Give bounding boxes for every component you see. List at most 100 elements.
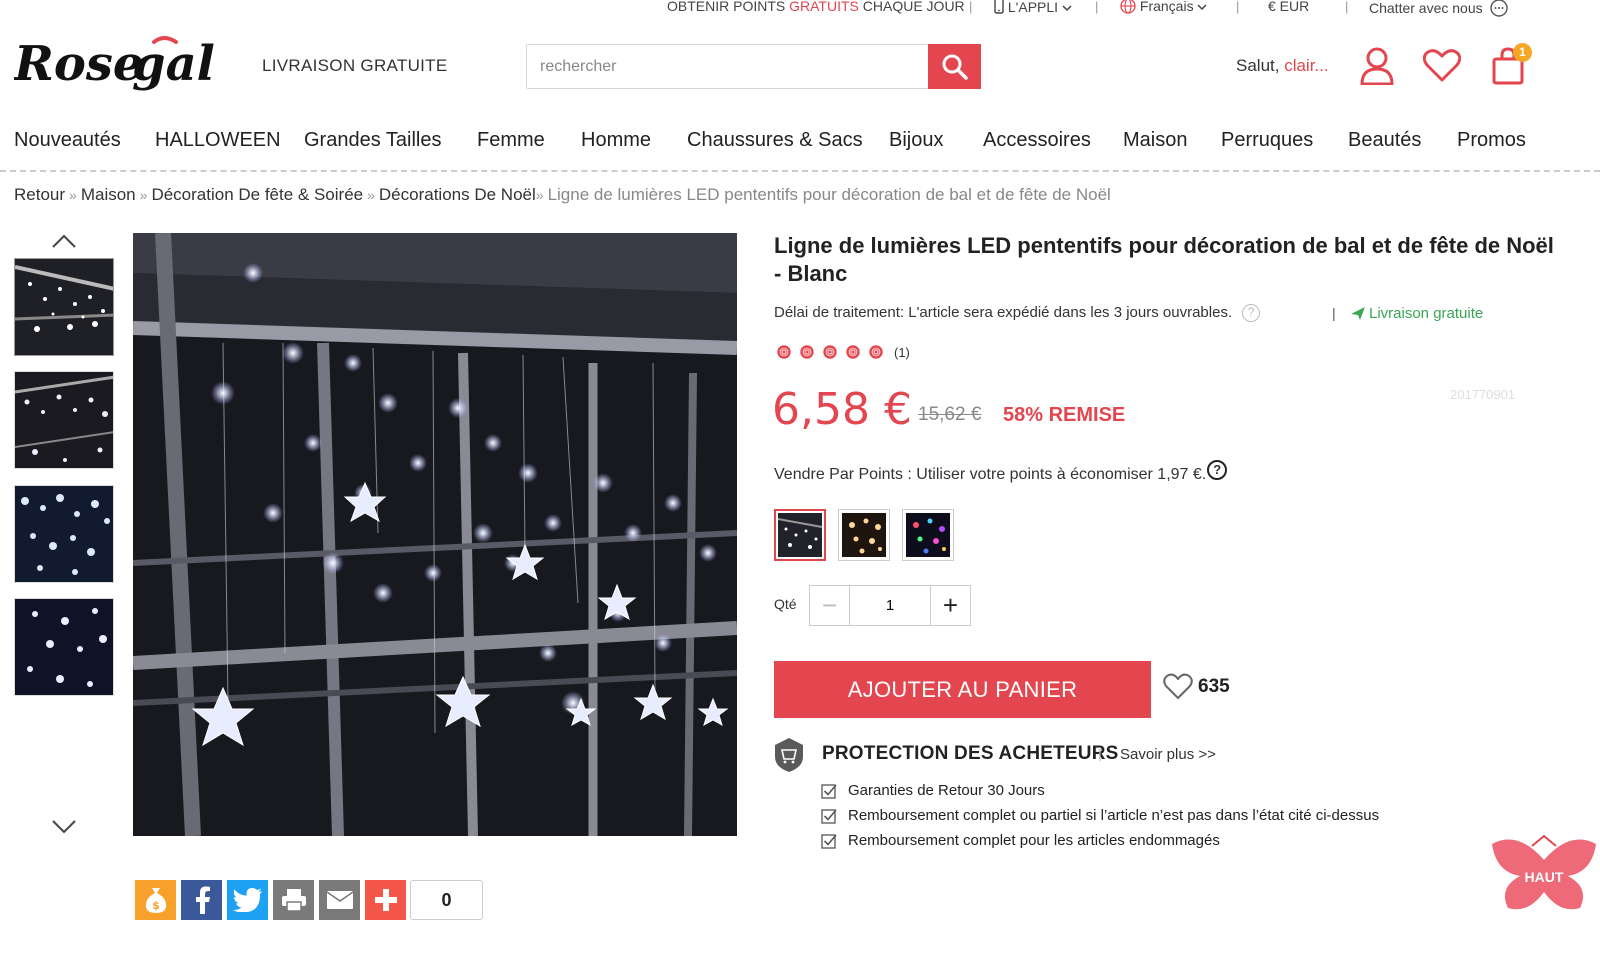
divider: | — [969, 0, 973, 14]
nav-item-halloween[interactable]: HALLOWEEN — [155, 129, 281, 152]
share-twitter-button[interactable] — [227, 880, 268, 920]
nav-item-perruques[interactable]: Perruques — [1221, 129, 1313, 152]
favorite-button[interactable]: 635 — [1163, 673, 1230, 700]
breadcrumb-separator: » — [69, 187, 77, 203]
variant-swatch — [842, 513, 886, 557]
breadcrumb-item[interactable]: Retour — [14, 185, 65, 204]
thumbnail-image — [15, 599, 113, 695]
language-label: Français — [1139, 0, 1194, 14]
nav-item-chaussures-sacs[interactable]: Chaussures & Sacs — [687, 129, 863, 152]
divider: | — [1236, 0, 1240, 14]
breadcrumb-item[interactable]: Décorations De Noël — [379, 185, 536, 204]
heart-outline-icon — [1163, 673, 1193, 699]
share-more-button[interactable] — [365, 880, 406, 920]
share-points-button[interactable]: $ — [135, 880, 176, 920]
color-variant-multicolor[interactable] — [902, 509, 954, 561]
nav-item-beautes[interactable]: Beautés — [1348, 129, 1421, 152]
user-greeting[interactable]: Salut, clair... — [1236, 56, 1329, 76]
review-count[interactable]: (1) — [894, 345, 910, 360]
points-text-post: CHAQUE JOUR — [858, 0, 965, 14]
points-text-pre: OBTENIR POINTS — [667, 0, 790, 14]
divider: | — [1095, 0, 1099, 14]
product-thumbnail[interactable] — [14, 258, 114, 356]
search-bar — [526, 44, 981, 89]
checkbox-check-icon — [821, 808, 837, 824]
thumbnail-image — [15, 486, 113, 582]
breadcrumb-item[interactable]: Décoration De fête & Soirée — [151, 185, 363, 204]
chat-link[interactable]: Chatter avec nous — [1369, 0, 1509, 18]
free-shipping-label[interactable]: Livraison gratuite — [1350, 305, 1483, 322]
guarantee-text: Garanties de Retour 30 Jours — [848, 782, 1045, 799]
points-info: Vendre Par Points : Utiliser votre point… — [774, 460, 1228, 484]
favorite-count: 635 — [1198, 675, 1230, 697]
product-thumbnail[interactable] — [14, 485, 114, 583]
discount-label: 58% REMISE — [1003, 404, 1126, 426]
variant-swatch — [906, 513, 950, 557]
help-icon[interactable]: ? — [1242, 304, 1261, 323]
cart-count-badge: 1 — [1513, 43, 1532, 62]
envelope-icon — [326, 891, 353, 909]
svg-text:Rose: Rose — [14, 36, 143, 92]
main-nav: Nouveautés HALLOWEEN Grandes Tailles Fem… — [0, 120, 1600, 172]
product-thumbnail[interactable] — [14, 371, 114, 469]
account-button[interactable] — [1357, 46, 1397, 86]
plane-icon — [1351, 307, 1365, 320]
nav-item-promos[interactable]: Promos — [1457, 129, 1526, 152]
chevron-down-icon[interactable] — [50, 818, 78, 836]
product-main-image[interactable] — [133, 233, 737, 836]
share-email-button[interactable] — [319, 880, 360, 920]
nav-item-nouveautes[interactable]: Nouveautés — [14, 129, 121, 152]
greeting-text: Salut, — [1236, 56, 1285, 75]
learn-more-link[interactable]: Savoir plus >> — [1120, 746, 1216, 763]
money-bag-icon: $ — [145, 888, 166, 913]
nav-item-bijoux[interactable]: Bijoux — [889, 129, 943, 152]
nav-item-accessoires[interactable]: Accessoires — [983, 129, 1091, 152]
rating[interactable]: (1) — [774, 342, 910, 362]
nav-item-grandes-tailles[interactable]: Grandes Tailles — [304, 129, 441, 152]
search-button[interactable] — [928, 44, 981, 89]
language-dropdown[interactable]: Français — [1120, 0, 1207, 14]
svg-text:gal: gal — [132, 36, 215, 92]
plus-icon — [374, 889, 397, 911]
rosegal-logo[interactable]: Rose gal — [12, 28, 244, 106]
color-variant-white[interactable] — [774, 509, 826, 561]
top-bar: OBTENIR POINTS GRATUITS CHAQUE JOUR | L'… — [0, 0, 1600, 20]
quantity-decrease-button[interactable]: − — [810, 586, 850, 625]
thumbnail-image — [15, 259, 113, 355]
help-icon[interactable]: ? — [1207, 460, 1228, 480]
product-thumbnail[interactable] — [14, 598, 114, 696]
add-to-cart-button[interactable]: AJOUTER AU PANIER — [774, 661, 1151, 718]
back-to-top-label: HAUT — [1525, 869, 1564, 885]
breadcrumb-separator: » — [535, 187, 544, 203]
share-facebook-button[interactable] — [181, 880, 222, 920]
variant-swatch — [778, 513, 822, 557]
back-to-top-button[interactable]: HAUT — [1488, 832, 1600, 922]
quantity-input[interactable] — [850, 586, 930, 625]
quantity-increase-button[interactable]: + — [930, 586, 970, 625]
chat-bubble-icon — [1489, 0, 1508, 17]
quantity-stepper: − + — [809, 585, 971, 626]
printer-icon — [281, 889, 306, 912]
checkbox-check-icon — [821, 833, 837, 849]
chevron-down-icon — [1197, 4, 1207, 11]
search-input[interactable] — [527, 45, 929, 88]
app-dropdown[interactable]: L'APPLI — [994, 0, 1072, 15]
breadcrumb-separator: » — [367, 187, 375, 203]
nav-item-maison[interactable]: Maison — [1123, 129, 1187, 152]
quantity-label: Qté — [774, 596, 797, 612]
nav-item-homme[interactable]: Homme — [581, 129, 651, 152]
breadcrumb-current: Ligne de lumières LED pententifs pour dé… — [547, 185, 1111, 204]
nav-item-femme[interactable]: Femme — [477, 129, 545, 152]
chevron-up-icon[interactable] — [50, 232, 78, 250]
processing-text: Délai de traitement: L'article sera expé… — [774, 304, 1233, 321]
free-points-link[interactable]: OBTENIR POINTS GRATUITS CHAQUE JOUR — [667, 0, 965, 14]
currency-dropdown[interactable]: € EUR — [1268, 0, 1309, 14]
guarantee-item: Remboursement complet ou partiel si l’ar… — [821, 807, 1379, 824]
color-variant-warm-white[interactable] — [838, 509, 890, 561]
breadcrumb-item[interactable]: Maison — [81, 185, 136, 204]
processing-time: Délai de traitement: L'article sera expé… — [774, 304, 1261, 323]
free-shipping-banner: LIVRAISON GRATUITE — [262, 56, 448, 75]
points-text-free: GRATUITS — [789, 0, 859, 14]
print-button[interactable] — [273, 880, 314, 920]
wishlist-button[interactable] — [1422, 46, 1462, 86]
